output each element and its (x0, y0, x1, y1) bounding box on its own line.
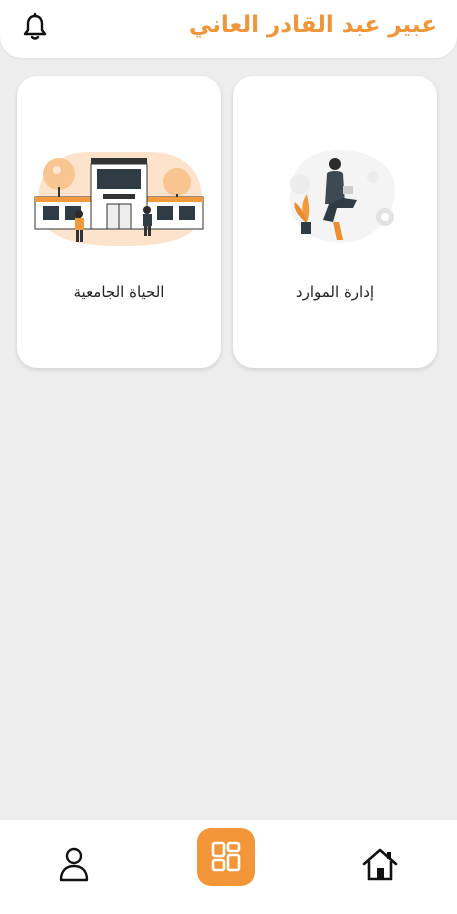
app-header: عبير عبد القادر العاني (0, 0, 457, 58)
card-label: الحياة الجامعية (73, 283, 165, 301)
user-name-title: عبير عبد القادر العاني (188, 12, 437, 38)
home-icon[interactable] (358, 842, 402, 886)
woman-with-plant-and-gears-illustration (245, 142, 425, 252)
grid-icon[interactable] (197, 828, 255, 886)
card-label: إدارة الموارد (295, 283, 375, 301)
bell-icon[interactable] (20, 12, 50, 42)
bottom-navigation (0, 820, 457, 914)
card-resource-management[interactable]: إدارة الموارد (233, 76, 437, 368)
card-campus-life[interactable]: الحياة الجامعية (17, 76, 221, 368)
school-building-illustration (29, 142, 209, 252)
user-icon[interactable] (52, 842, 96, 886)
